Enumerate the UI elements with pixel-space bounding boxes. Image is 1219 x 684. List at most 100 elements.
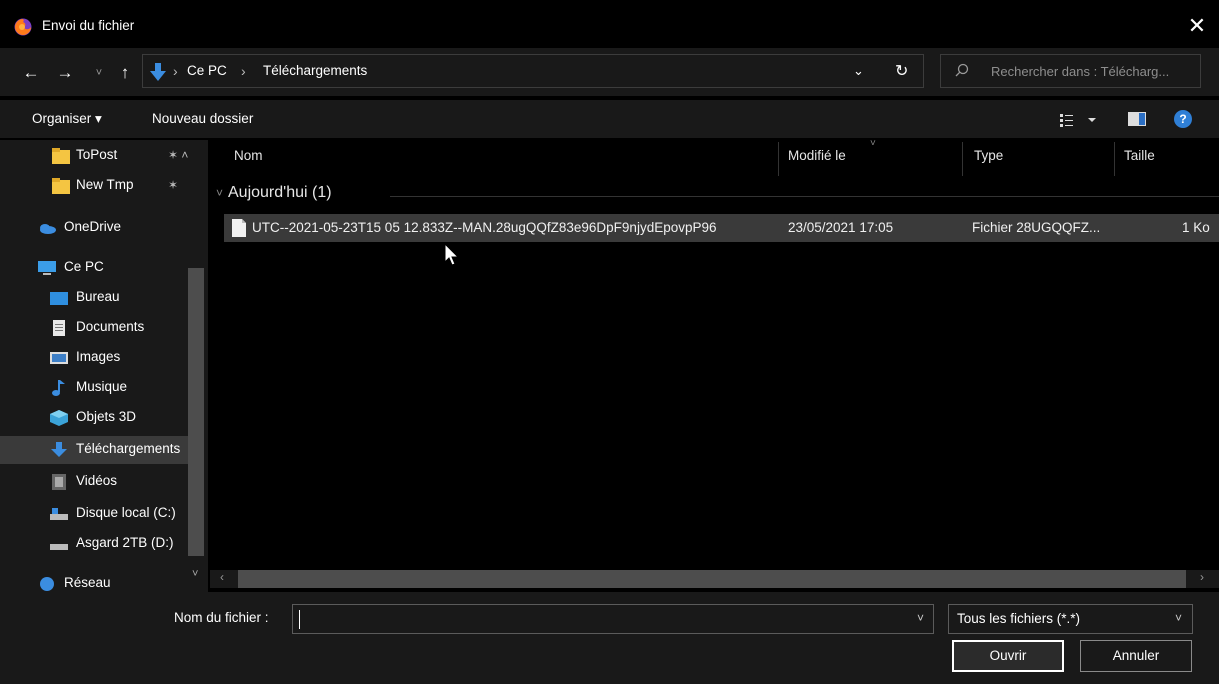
sort-indicator-icon: ˅: [870, 138, 876, 149]
sidebar-item-label: Vidéos: [76, 473, 118, 488]
cloud-icon: [40, 224, 56, 234]
forward-button[interactable]: →: [54, 62, 76, 84]
sidebar-item-label: OneDrive: [64, 219, 122, 234]
collapse-group-icon[interactable]: ˅: [216, 186, 223, 200]
sidebar-item-topost[interactable]: ToPost ✶ ˄: [0, 142, 200, 170]
close-icon[interactable]: ✕: [1184, 12, 1210, 40]
drive-icon: [50, 508, 68, 520]
sidebar-item-bureau[interactable]: Bureau: [0, 284, 200, 312]
scroll-left-icon[interactable]: ‹: [220, 570, 224, 584]
chevron-down-icon[interactable]: ˅: [192, 568, 198, 580]
pin-icon: ✶ ˄: [168, 148, 189, 162]
sidebar-item-reseau[interactable]: Réseau: [0, 570, 200, 592]
filename-label: Nom du fichier :: [174, 610, 269, 625]
sidebar-item-label: Musique: [76, 379, 128, 394]
sidebar-item-telechargements[interactable]: Téléchargements: [0, 436, 190, 464]
sidebar-item-label: Asgard 2TB (D:): [76, 535, 174, 550]
filename-input[interactable]: ˅: [292, 604, 934, 634]
sidebar-item-label: Disque local (C:): [76, 505, 176, 520]
sidebar-item-label: Téléchargements: [76, 441, 181, 456]
search-icon: [955, 63, 969, 77]
open-button[interactable]: Ouvrir: [952, 640, 1064, 672]
up-button[interactable]: ↑: [114, 62, 136, 84]
sidebar-item-label: Objets 3D: [76, 409, 137, 424]
search-input[interactable]: Rechercher dans : Télécharg...: [940, 54, 1201, 88]
window-title: Envoi du fichier: [42, 18, 135, 33]
mouse-cursor-icon: [444, 243, 460, 266]
address-bar[interactable]: › Ce PC › Téléchargements ⌄ ↻: [142, 54, 924, 88]
folder-icon: [52, 148, 70, 164]
sidebar-item-new-tmp[interactable]: New Tmp ✶: [0, 172, 200, 200]
video-icon: [52, 474, 66, 490]
chevron-down-icon[interactable]: ˅: [1175, 611, 1182, 625]
scrollbar-thumb[interactable]: [238, 570, 1186, 588]
new-folder-button[interactable]: Nouveau dossier: [152, 111, 253, 126]
music-icon: [52, 380, 65, 396]
bottom-panel: Nom du fichier : ˅ Tous les fichiers (*.…: [0, 592, 1219, 684]
toolbar: Organiser ▾ Nouveau dossier ?: [0, 100, 1219, 138]
filetype-select[interactable]: Tous les fichiers (*.*) ˅: [948, 604, 1193, 634]
column-header-modified[interactable]: Modifié le: [788, 148, 846, 163]
desktop-icon: [50, 292, 68, 305]
column-divider[interactable]: [962, 142, 963, 176]
sidebar-item-musique[interactable]: Musique: [0, 374, 200, 402]
drive-icon: [50, 544, 68, 550]
sidebar-item-disque-local[interactable]: Disque local (C:): [0, 500, 200, 528]
computer-icon: [38, 261, 56, 275]
filetype-value: Tous les fichiers (*.*): [957, 611, 1081, 626]
group-header[interactable]: Aujourd'hui (1): [228, 184, 332, 202]
sidebar-scrollbar[interactable]: [188, 268, 204, 556]
preview-pane-icon[interactable]: [1128, 112, 1146, 126]
breadcrumb-separator: ›: [241, 63, 246, 79]
text-caret: [299, 610, 300, 629]
refresh-icon[interactable]: ↻: [895, 61, 908, 81]
breadcrumb-telechargements[interactable]: Téléchargements: [263, 63, 367, 78]
chevron-down-icon[interactable]: ˅: [917, 611, 924, 625]
sidebar-item-label: Ce PC: [64, 259, 104, 274]
view-options-icon[interactable]: [1060, 112, 1100, 128]
help-icon[interactable]: ?: [1174, 110, 1192, 128]
file-size: 1 Ko: [1182, 220, 1210, 235]
sidebar-item-label: Bureau: [76, 289, 120, 304]
recent-locations-button[interactable]: ˅: [88, 62, 110, 84]
column-divider[interactable]: [1114, 142, 1115, 176]
pin-icon: ✶: [168, 178, 179, 192]
sidebar-item-images[interactable]: Images: [0, 344, 200, 372]
cancel-button[interactable]: Annuler: [1080, 640, 1192, 672]
file-list: Nom Modifié le ˅ Type Taille ˅ Aujourd'h…: [210, 138, 1219, 570]
sidebar-item-documents[interactable]: Documents: [0, 314, 200, 342]
address-dropdown-icon[interactable]: ⌄: [853, 63, 864, 79]
column-header-name[interactable]: Nom: [234, 148, 263, 163]
sidebar-item-label: Images: [76, 349, 121, 364]
scroll-right-icon[interactable]: ›: [1200, 570, 1204, 584]
group-divider: [390, 196, 1219, 197]
table-row[interactable]: UTC--2021-05-23T15 05 12.833Z--MAN.28ugQ…: [224, 214, 1219, 242]
sidebar-item-ce-pc[interactable]: Ce PC: [0, 254, 200, 282]
download-icon: [51, 442, 67, 457]
column-divider[interactable]: [778, 142, 779, 176]
breadcrumb-ce-pc[interactable]: Ce PC: [187, 63, 227, 78]
sidebar-item-asgard[interactable]: Asgard 2TB (D:): [0, 530, 200, 558]
horizontal-scrollbar[interactable]: ‹ ›: [210, 570, 1219, 588]
sidebar-item-onedrive[interactable]: OneDrive: [0, 214, 200, 242]
download-icon: [150, 63, 166, 81]
navigation-pane: ToPost ✶ ˄ New Tmp ✶ OneDrive Ce PC Bure…: [0, 140, 208, 592]
back-button[interactable]: ←: [20, 62, 42, 84]
sidebar-item-label: New Tmp: [76, 177, 134, 192]
organize-button[interactable]: Organiser ▾: [32, 111, 102, 127]
column-header-size[interactable]: Taille: [1124, 148, 1155, 163]
file-name: UTC--2021-05-23T15 05 12.833Z--MAN.28ugQ…: [252, 220, 717, 235]
sidebar-item-label: Réseau: [64, 575, 111, 590]
sidebar-item-label: ToPost: [76, 147, 118, 162]
title-bar: Envoi du fichier ✕: [0, 8, 1219, 46]
sidebar-item-objets-3d[interactable]: Objets 3D: [0, 404, 200, 432]
file-icon: [232, 219, 246, 237]
images-icon: [50, 352, 68, 364]
column-header-type[interactable]: Type: [974, 148, 1003, 163]
sidebar-item-videos[interactable]: Vidéos: [0, 468, 200, 496]
cube-icon: [50, 410, 68, 426]
search-placeholder: Rechercher dans : Télécharg...: [991, 64, 1170, 79]
folder-icon: [52, 178, 70, 194]
firefox-icon: [14, 18, 32, 36]
documents-icon: [53, 320, 65, 336]
